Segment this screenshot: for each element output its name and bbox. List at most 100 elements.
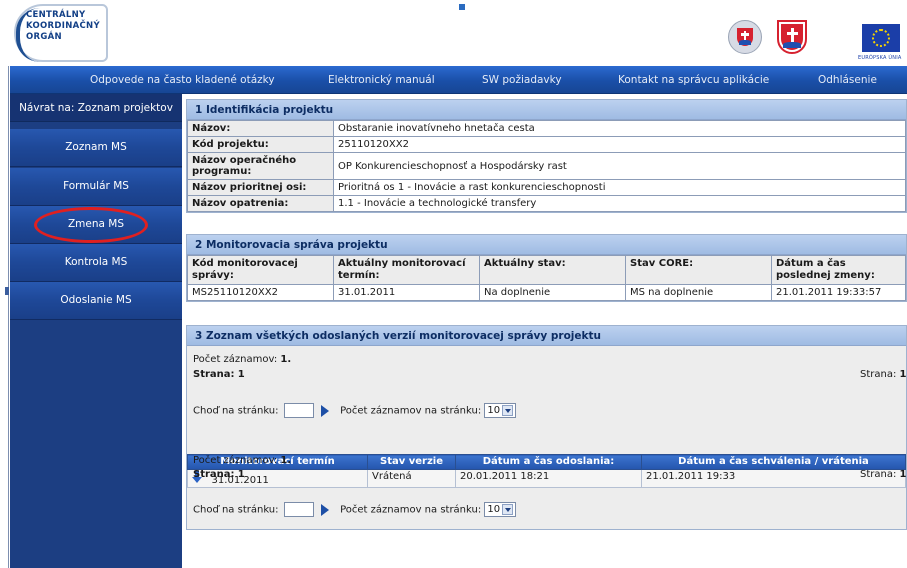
field-label: Názov prioritnej osi: [187,179,334,196]
field-label: Názov opatrenia: [187,195,334,212]
eu-caption: EURÓPSKA ÚNIA [858,55,902,61]
table-row: MS25110120XX2 31.01.2011 Na doplnenie MS… [187,284,906,301]
slovak-coat-of-arms-icon [776,20,810,58]
record-count-label: Počet záznamov: [193,455,278,466]
logo-line-2: Koordinačný [26,21,100,31]
header: Centrálny Koordinačný Orgán EURÓPSKA ÚNI… [0,0,907,66]
section-project-identification: 1 Identifikácia projektu Názov: Obstaran… [186,99,907,213]
goto-page-label: Choď na stránku: [193,405,279,417]
goto-page-arrow-icon[interactable] [320,404,329,417]
per-page-label: Počet záznamov na stránku: [340,504,482,516]
page-label: Strana: [193,369,235,380]
per-page-value: 10 [487,405,501,416]
chevron-down-icon[interactable] [502,404,514,416]
field-value: 25110120XX2 [333,136,906,153]
field-label: Kód projektu: [187,136,334,153]
page-value: 1 [237,369,245,380]
table-row: Názov prioritnej osi: Prioritná os 1 - I… [187,179,906,196]
field-label: Názov: [187,120,334,137]
goto-page-input[interactable] [283,403,314,418]
per-page-label: Počet záznamov na stránku: [340,405,482,417]
record-count-label: Počet záznamov: [193,354,278,365]
table-row: 31.01.2011 Vrátená 20.01.2011 18:21 21.0… [187,469,906,488]
cell-version-state: Vrátená [367,469,456,488]
record-count: Počet záznamov: 1. [193,354,291,365]
sidebar-back-link[interactable]: Návrat na: Zoznam projektov [10,94,182,122]
section-3-title: 3 Zoznam všetkých odoslaných verzií moni… [187,326,906,346]
record-count-value: 1. [280,354,292,365]
project-info-table: Názov: Obstaranie inovatívneho hnetača c… [187,120,906,212]
per-page-select[interactable]: 10 [484,403,517,418]
versions-table-wrapper: Monitorovací termín Stav verzie Dátum a … [187,454,906,488]
column-header: Stav CORE: [625,255,772,285]
record-count-bottom: Počet záznamov: 1. [193,455,291,466]
field-value: 1.1 - Inovácie a technologické transfery [333,195,906,212]
cell-core-state: MS na doplnenie [625,284,772,301]
field-value: Obstaranie inovatívneho hnetača cesta [333,120,906,137]
nav-sw-requests-link[interactable]: SW požiadavky [482,74,562,86]
pager-controls-bottom: Choď na stránku: Počet záznamov na strán… [193,502,517,517]
per-page-select[interactable]: 10 [484,502,517,517]
goto-page-input[interactable] [283,502,314,517]
section-monitoring-report: 2 Monitorovacia správa projektu Kód moni… [186,234,907,302]
table-row: Názov: Obstaranie inovatívneho hnetača c… [187,120,906,137]
nav-logout-link[interactable]: Odhlásenie [818,74,877,86]
table-header-row: Monitorovací termín Stav verzie Dátum a … [187,454,906,470]
column-header: Aktuálny monitorovací termín: [333,255,480,285]
column-header: Stav verzie [367,454,456,470]
page-value: 1 [899,369,907,380]
page-label: Strana: [860,469,897,480]
nav-faq-link[interactable]: Odpovede na často kladené otázky [90,74,275,86]
government-seal-icon [728,20,762,58]
monitoring-report-table: Kód monitorovacej správy: Aktuálny monit… [187,255,906,301]
page-indicator-bottom-right: Strana: 1 [860,469,907,480]
section-2-title: 2 Monitorovacia správa projektu [187,235,906,255]
pager-controls-top: Choď na stránku: Počet záznamov na strán… [193,403,517,418]
table-row: Kód projektu: 25110120XX2 [187,136,906,153]
header-marker [459,4,465,10]
column-header: Dátum a čas schválenia / vrátenia [641,454,906,470]
table-row: Názov operačného programu: OP Konkurenci… [187,152,906,180]
cell-term: 31.01.2011 [333,284,480,301]
top-navigation: Odpovede na často kladené otázky Elektro… [10,66,907,94]
eu-flag-icon [862,24,900,52]
section-1-title: 1 Identifikácia projektu [187,100,906,120]
sidebar-item-formular-ms[interactable]: Formulár MS [10,168,182,206]
nav-contact-link[interactable]: Kontakt na správcu aplikácie [618,74,769,86]
column-header: Kód monitorovacej správy: [187,255,334,285]
cell-last-change: 21.01.2011 19:33:57 [771,284,906,301]
chevron-down-icon[interactable] [502,503,514,515]
sidebar-item-odoslanie-ms[interactable]: Odoslanie MS [10,282,182,320]
logo-line-1: Centrálny [26,10,86,20]
page-value: 1 [899,469,907,480]
page-label: Strana: [860,369,897,380]
sidebar-item-kontrola-ms[interactable]: Kontrola MS [10,244,182,282]
nav-manual-link[interactable]: Elektronický manuál [328,74,435,86]
sidebar-item-zoznam-ms[interactable]: Zoznam MS [10,129,182,167]
cell-state: Na doplnenie [479,284,626,301]
logo-line-3: Orgán [26,32,62,42]
section-sent-versions: 3 Zoznam všetkých odoslaných verzií moni… [186,325,907,530]
goto-page-arrow-icon[interactable] [320,503,329,516]
per-page-value: 10 [487,504,501,515]
field-value: Prioritná os 1 - Inovácie a rast konkure… [333,179,906,196]
page-value: 1 [237,469,245,480]
field-label: Názov operačného programu: [187,152,334,180]
field-value: OP Konkurencieschopnosť a Hospodársky ra… [333,152,906,180]
cell-sent: 20.01.2011 18:21 [455,469,642,488]
sidebar: Návrat na: Zoznam projektov Zoznam MS Fo… [10,94,182,568]
versions-table: Monitorovací termín Stav verzie Dátum a … [187,454,906,488]
column-header: Aktuálny stav: [479,255,626,285]
page-label: Strana: [193,469,235,480]
goto-page-label: Choď na stránku: [193,504,279,516]
highlight-circle [34,207,148,243]
table-header-row: Kód monitorovacej správy: Aktuálny monit… [187,255,906,285]
cell-report-code: MS25110120XX2 [187,284,334,301]
page-indicator-bottom: Strana: 1 [193,469,245,480]
table-row: Názov opatrenia: 1.1 - Inovácie a techno… [187,195,906,212]
cko-logo-text: Centrálny Koordinačný Orgán [26,10,100,43]
column-header: Dátum a čas odoslania: [455,454,642,470]
page-indicator-right: Strana: 1 [860,369,907,380]
record-count-value: 1. [280,455,292,466]
page-indicator: Strana: 1 [193,369,245,380]
